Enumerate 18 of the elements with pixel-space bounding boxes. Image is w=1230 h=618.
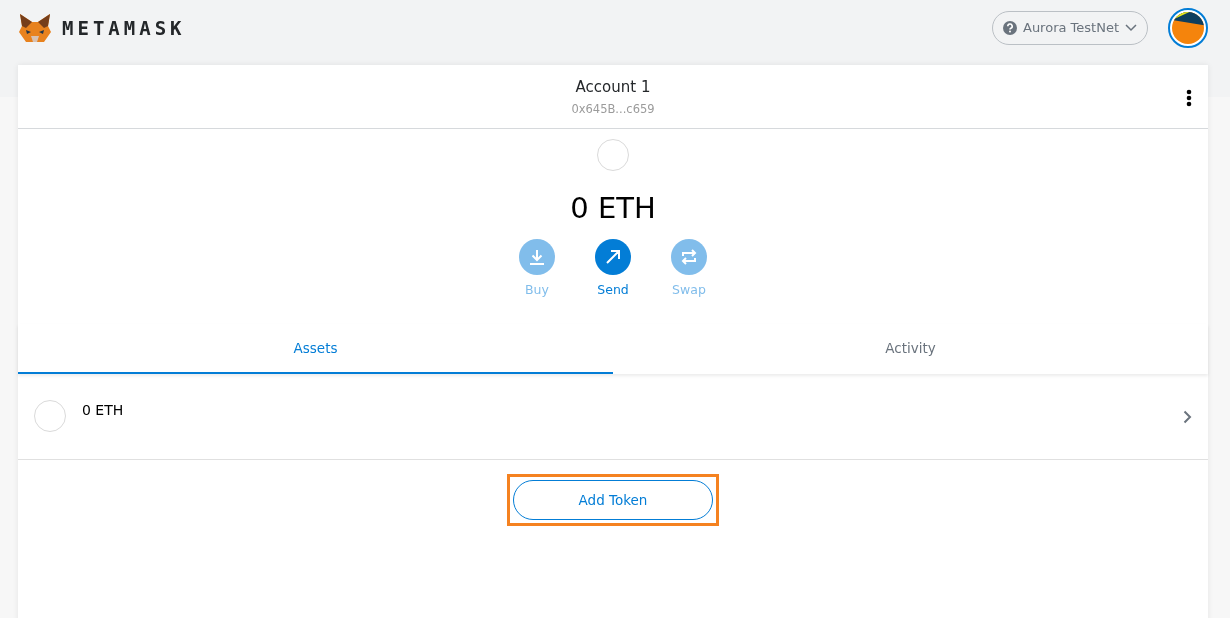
chevron-right-icon (1183, 410, 1192, 424)
help-icon (1003, 20, 1017, 35)
tab[interactable]: Activity (613, 324, 1208, 374)
account-name[interactable]: Account 1 (575, 77, 651, 96)
more-options-icon[interactable] (1186, 89, 1192, 107)
swap-arrows-icon (680, 248, 698, 266)
logo-wordmark: METAMASK (62, 16, 186, 39)
arrow-up-right-icon (604, 248, 622, 266)
tab[interactable]: Assets (18, 324, 613, 374)
asset-row[interactable]: 0 ETH (18, 374, 1208, 460)
fox-logo-icon (18, 11, 52, 44)
chevron-down-icon (1125, 23, 1137, 32)
asset-amount: 0 ETH (82, 402, 124, 418)
add-token-button[interactable]: Add Token (513, 480, 713, 520)
balance-amount: 0 ETH (570, 191, 656, 225)
account-avatar-icon[interactable] (1168, 7, 1208, 48)
account-address[interactable]: 0x645B...c659 (571, 101, 655, 116)
download-icon (528, 248, 546, 266)
